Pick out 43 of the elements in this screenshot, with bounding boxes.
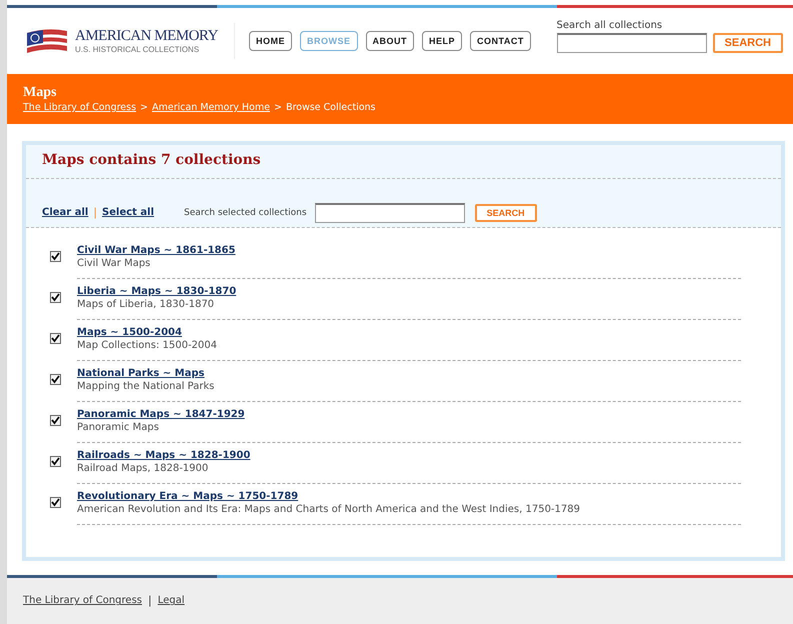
clear-all-link[interactable]: Clear all <box>42 207 88 218</box>
collection-description: Panoramic Maps <box>77 422 160 433</box>
checkbox[interactable] <box>50 250 61 262</box>
collection-link[interactable]: Civil War Maps ~ 1861-1865 <box>77 244 236 256</box>
checkbox[interactable] <box>50 374 61 385</box>
collection-link[interactable]: National Parks ~ Maps <box>77 368 204 379</box>
checkbox[interactable] <box>50 496 61 508</box>
footer-separator: | <box>148 594 152 608</box>
search-selected-label: Search selected collections <box>184 208 307 218</box>
collection-link[interactable]: Liberia ~ Maps ~ 1830-1870 <box>77 286 236 297</box>
collection-link[interactable]: Railroads ~ Maps ~ 1828-1900 <box>77 450 250 461</box>
panel-heading: Maps contains 7 collections <box>26 144 781 179</box>
collection-description: Maps of Liberia, 1830-1870 <box>77 298 216 310</box>
nav-button[interactable]: CONTACT <box>470 30 531 51</box>
collection-description: Map Collections: 1500-2004 <box>77 340 218 351</box>
collection-link[interactable]: Panoramic Maps ~ 1847-1929 <box>77 408 245 420</box>
breadcrumb-current: Browse Collections <box>286 102 376 113</box>
nav-button[interactable]: HOME <box>249 30 292 51</box>
logo-subtitle: U.S. HISTORICAL COLLECTIONS <box>75 44 200 54</box>
footer-link[interactable]: The Library of Congress <box>23 595 142 606</box>
checkbox[interactable] <box>50 456 61 467</box>
checkbox[interactable] <box>50 414 61 426</box>
nav-button[interactable]: ABOUT <box>366 30 414 51</box>
select-all-link[interactable]: Select all <box>102 207 154 218</box>
breadcrumb-separator: > <box>274 102 282 113</box>
logo-title: AMERICAN MEMORY <box>75 28 218 45</box>
search-label: Search all collections <box>556 20 664 32</box>
checkbox[interactable] <box>50 292 61 303</box>
breadcrumb-separator: > <box>140 102 148 113</box>
collection-link[interactable]: Maps ~ 1500-2004 <box>77 326 182 338</box>
nav-button[interactable]: HELP <box>422 30 462 51</box>
flag-logo-icon <box>25 26 69 55</box>
checkbox[interactable] <box>50 332 61 344</box>
search-selected-field[interactable] <box>314 202 465 223</box>
link-separator: | <box>93 206 98 220</box>
page-title: Maps <box>23 84 58 101</box>
collection-description: American Revolution and Its Era: Maps and Charts of North America and the West Indies, 1750-1789 <box>77 504 581 515</box>
footer-link[interactable]: Legal <box>158 595 185 606</box>
collection-link[interactable]: Revolutionary Era ~ Maps ~ 1750-1789 <box>77 490 298 502</box>
collection-description: Mapping the National Parks <box>77 380 216 392</box>
search-field[interactable] <box>556 33 707 54</box>
collection-description: Civil War Maps <box>77 258 152 269</box>
collection-description: Railroad Maps, 1828-1900 <box>77 462 210 474</box>
